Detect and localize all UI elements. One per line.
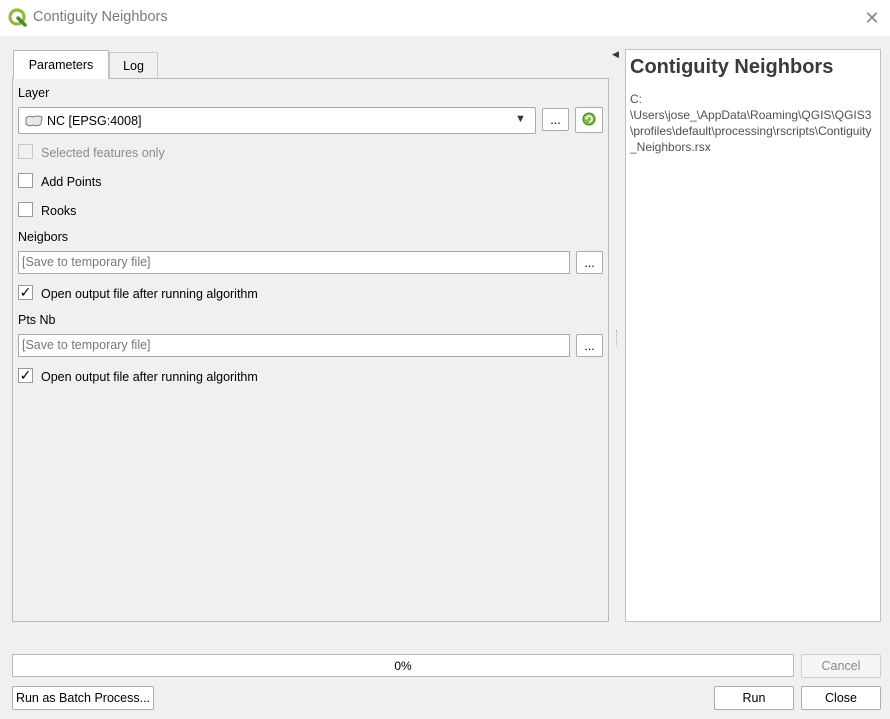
window-title: Contiguity Neighbors <box>33 9 168 25</box>
neighbors-browse-button[interactable]: ... <box>576 251 603 274</box>
layer-label: Layer <box>18 86 50 100</box>
close-icon[interactable]: ✕ <box>858 6 886 30</box>
qgis-logo-icon <box>8 8 28 28</box>
pts-nb-open-output-checkbox[interactable]: ✓ <box>18 368 33 383</box>
pts-nb-output-field[interactable]: [Save to temporary file] <box>18 334 570 357</box>
iterate-layer-button[interactable] <box>575 107 603 133</box>
collapse-arrow-icon[interactable]: ◀ <box>612 49 619 60</box>
layer-browse-button[interactable]: ... <box>542 108 569 131</box>
layer-value: NC [EPSG:4008] <box>47 114 142 128</box>
selected-only-checkbox[interactable] <box>18 144 33 159</box>
neighbors-open-output-checkbox[interactable]: ✓ <box>18 285 33 300</box>
pts-nb-label: Pts Nb <box>18 313 56 327</box>
checkmark-icon: ✓ <box>19 367 32 383</box>
chevron-down-icon[interactable]: ▼ <box>515 113 526 125</box>
rooks-checkbox[interactable] <box>18 202 33 217</box>
selected-only-label: Selected features only <box>41 146 165 160</box>
splitter-handle[interactable] <box>616 330 620 346</box>
neighbors-label: Neigbors <box>18 230 69 244</box>
close-button[interactable]: Close <box>801 686 881 710</box>
help-script-path: C: \Users\jose_\AppData\Roaming\QGIS\QGI… <box>630 92 872 154</box>
refresh-icon <box>581 111 597 130</box>
checkmark-icon: ✓ <box>19 284 32 300</box>
progress-text: 0% <box>394 658 412 673</box>
add-points-label: Add Points <box>41 175 102 189</box>
run-as-batch-button[interactable]: Run as Batch Process... <box>12 686 154 710</box>
tab-log[interactable]: Log <box>109 52 158 79</box>
polygon-layer-icon <box>25 115 43 130</box>
neighbors-open-output-label: Open output file after running algorithm <box>41 287 258 301</box>
pts-nb-open-output-label: Open output file after running algorithm <box>41 370 258 384</box>
help-title: Contiguity Neighbors <box>630 56 834 78</box>
neighbors-output-field[interactable]: [Save to temporary file] <box>18 251 570 274</box>
progress-bar: 0% <box>12 654 794 677</box>
rooks-label: Rooks <box>41 204 77 218</box>
cancel-button[interactable]: Cancel <box>801 654 881 678</box>
run-button[interactable]: Run <box>714 686 794 710</box>
layer-combobox[interactable]: NC [EPSG:4008] ▼ <box>18 107 536 134</box>
pts-nb-browse-button[interactable]: ... <box>576 334 603 357</box>
tab-parameters[interactable]: Parameters <box>13 50 109 79</box>
add-points-checkbox[interactable] <box>18 173 33 188</box>
